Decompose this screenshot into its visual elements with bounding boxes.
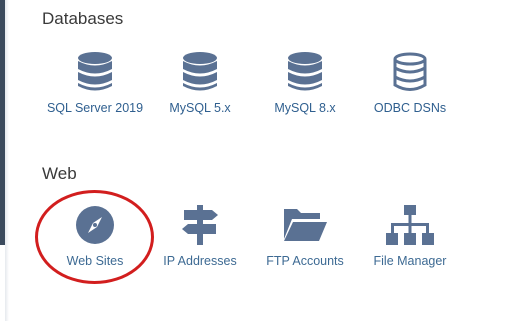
tile-label: Web Sites <box>66 254 124 268</box>
database-icon <box>78 52 112 91</box>
compass-icon <box>76 206 114 244</box>
tile-label: IP Addresses <box>163 254 237 268</box>
tile-label: FTP Accounts <box>266 254 344 268</box>
tile-label: MySQL 8.x <box>274 101 336 115</box>
folder-open-icon <box>284 209 327 241</box>
web-heading: Web <box>42 164 77 183</box>
database-icon <box>288 52 322 91</box>
tile-file-manager[interactable]: File Manager <box>360 205 460 271</box>
databases-heading: Databases <box>42 9 124 28</box>
tile-label: File Manager <box>373 254 447 268</box>
tile-mysql-8x[interactable]: MySQL 8.x <box>255 52 355 118</box>
database-outline-icon <box>393 52 427 91</box>
tile-label: ODBC DSNs <box>373 101 447 115</box>
tile-sql-server-2019[interactable]: SQL Server 2019 <box>45 52 145 118</box>
tile-label: SQL Server 2019 <box>46 101 144 115</box>
database-icon <box>183 52 217 91</box>
signpost-icon <box>182 205 218 245</box>
tile-ip-addresses[interactable]: IP Addresses <box>150 205 250 271</box>
sidebar-shade <box>5 0 9 321</box>
tile-web-sites[interactable]: Web Sites <box>45 205 145 271</box>
tile-ftp-accounts[interactable]: FTP Accounts <box>255 205 355 271</box>
left-sidebar-edge <box>0 0 9 321</box>
tile-odbc-dsns[interactable]: ODBC DSNs <box>360 52 460 118</box>
tile-label: MySQL 5.x <box>169 101 231 115</box>
sitemap-icon <box>386 205 434 245</box>
tile-mysql-5x[interactable]: MySQL 5.x <box>150 52 250 118</box>
